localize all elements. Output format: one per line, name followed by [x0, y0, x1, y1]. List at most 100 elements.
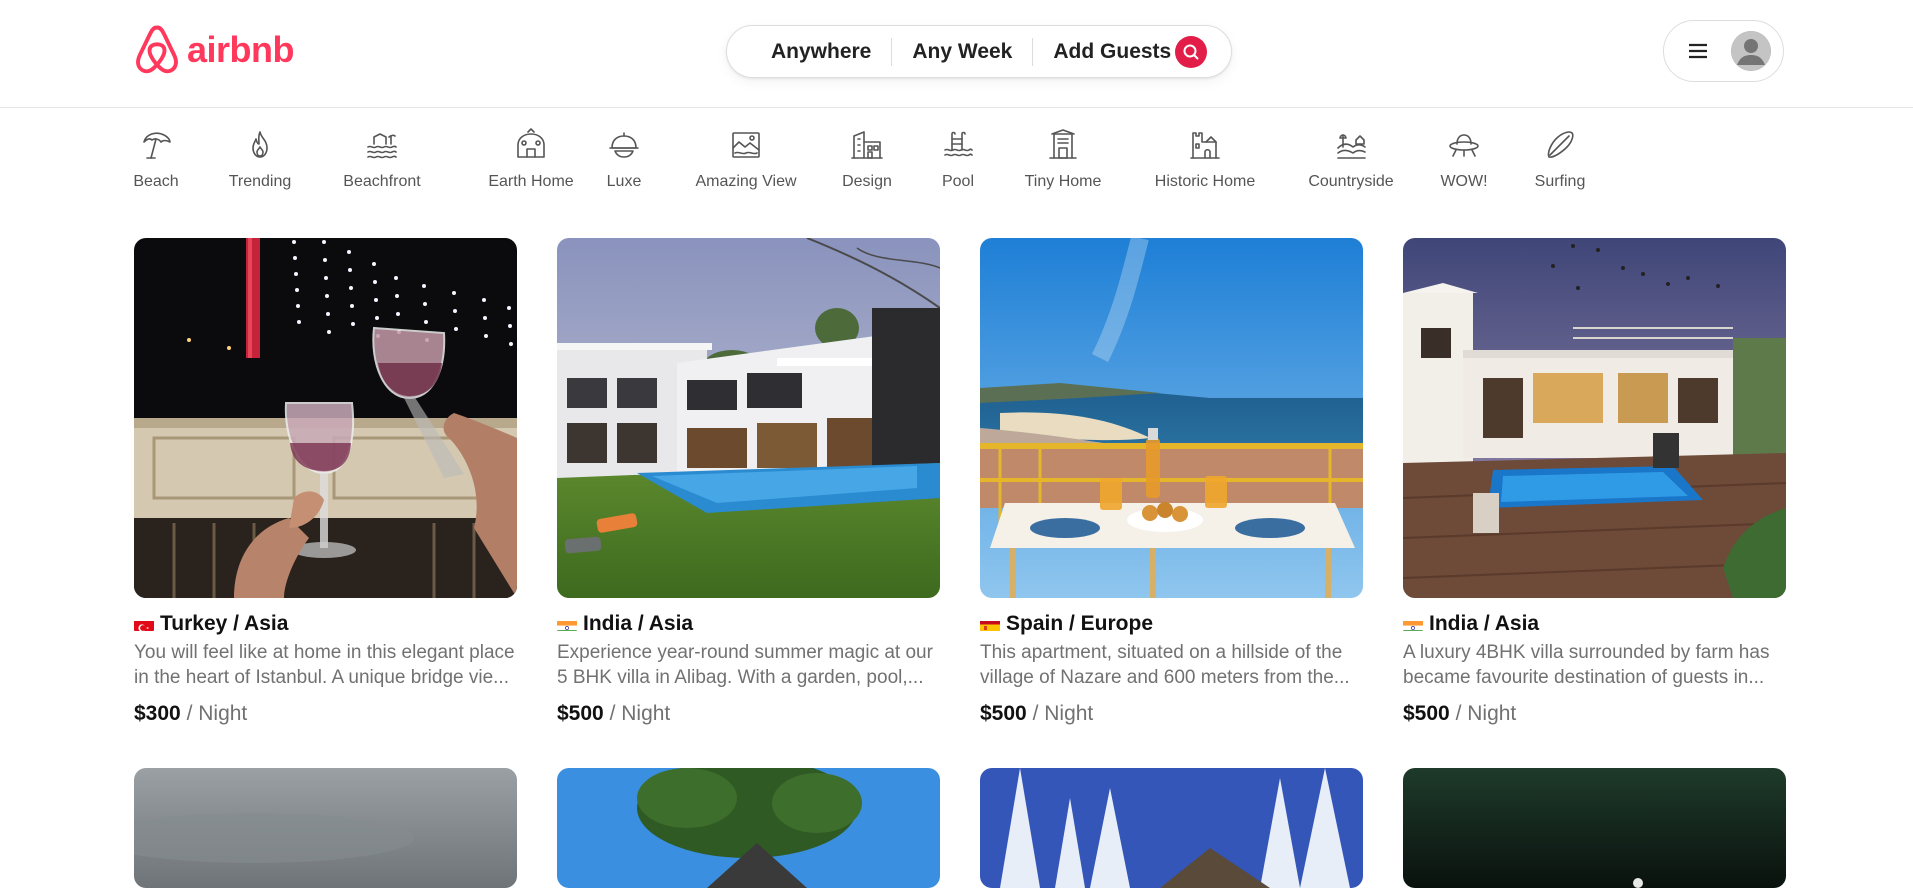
beachfront-icon: [367, 133, 397, 159]
description-line: You will feel like at home in this elega…: [134, 642, 515, 663]
search-button[interactable]: [1175, 36, 1207, 68]
india-flag-icon: [557, 617, 577, 631]
listing-card[interactable]: Turkey / Asia You will feel like at home…: [134, 238, 517, 726]
pool-icon: [944, 131, 973, 157]
price-unit: / Night: [609, 702, 671, 725]
listing-image-snowy-forest: [980, 768, 1363, 888]
category-historic-home[interactable]: Historic Home: [1150, 128, 1260, 191]
price-amount: $300: [134, 702, 181, 725]
listing-location-text: India / Asia: [583, 612, 694, 635]
listing-image-balcony-sea: [980, 238, 1363, 598]
listing-price: $500 / Night: [1403, 702, 1786, 726]
listing-location: India / Asia: [1403, 612, 1786, 636]
listing-location: Turkey / Asia: [134, 612, 517, 636]
spain-flag-icon: [980, 617, 1000, 631]
search-where[interactable]: Anywhere: [727, 38, 891, 66]
listing-photo[interactable]: [557, 238, 940, 598]
category-wow[interactable]: WOW!: [1440, 128, 1488, 191]
listing-description: You will feel like at home in this elega…: [134, 640, 517, 690]
tiny-home-icon: [1049, 129, 1077, 159]
price-amount: $500: [1403, 702, 1450, 725]
listing-price: $500 / Night: [980, 702, 1363, 726]
category-label: Beachfront: [343, 173, 421, 190]
listing-card[interactable]: India / Asia Experience year-round summe…: [557, 238, 940, 726]
listing-image-wine-glasses: [134, 238, 517, 598]
listing-card[interactable]: India / Asia A luxury 4BHK villa surroun…: [1403, 238, 1786, 726]
category-label: Historic Home: [1154, 173, 1256, 190]
listing-image-night-aurora: [1403, 768, 1786, 888]
listing-location-text: Turkey / Asia: [160, 612, 289, 635]
description-line: became favourite destination of guests i…: [1403, 667, 1765, 688]
top-header: airbnb Anywhere Any Week Add Guests: [0, 0, 1913, 108]
category-label: Surfing: [1534, 173, 1586, 190]
category-earth-home[interactable]: Earth Home: [471, 128, 591, 191]
earth-home-icon: [517, 128, 545, 158]
category-beachfront[interactable]: Beachfront: [342, 128, 422, 191]
castle-icon: [1190, 132, 1220, 159]
listing-image-villa-dusk: [1403, 238, 1786, 598]
price-amount: $500: [557, 702, 604, 725]
listing-card[interactable]: Spain / Europe This apartment, situated …: [980, 238, 1363, 726]
listing-photo[interactable]: [980, 768, 1363, 888]
listing-photo[interactable]: [1403, 238, 1786, 598]
description-line: 5 BHK villa in Alibag. With a garden, po…: [557, 667, 924, 688]
description-line: This apartment, situated on a hillside o…: [980, 642, 1343, 663]
airbnb-logo[interactable]: airbnb: [133, 24, 295, 76]
listing-location-text: Spain / Europe: [1006, 612, 1154, 635]
category-label: Luxe: [606, 173, 642, 190]
category-luxe[interactable]: Luxe: [604, 128, 644, 191]
amazing-view-icon: [732, 132, 760, 158]
description-line: Experience year-round summer magic at ou…: [557, 642, 933, 663]
description-line: village of Nazare and 600 meters from th…: [980, 667, 1350, 688]
listing-image-cloudy-sky: [134, 768, 517, 888]
user-menu-button[interactable]: [1663, 20, 1784, 82]
category-trending[interactable]: Trending: [228, 128, 292, 191]
listing-price: $300 / Night: [134, 702, 517, 726]
price-unit: / Night: [186, 702, 248, 725]
listing-photo[interactable]: [1403, 768, 1786, 888]
category-label: Countryside: [1308, 173, 1394, 190]
listing-photo[interactable]: [557, 768, 940, 888]
search-when[interactable]: Any Week: [892, 38, 1032, 66]
category-tiny-home[interactable]: Tiny Home: [1023, 128, 1103, 191]
design-building-icon: [851, 131, 883, 159]
category-label: Amazing View: [695, 173, 797, 190]
listing-photo[interactable]: [134, 238, 517, 598]
countryside-icon: [1337, 134, 1366, 159]
category-label: Trending: [228, 173, 292, 190]
category-design[interactable]: Design: [841, 128, 893, 191]
category-label: Beach: [133, 173, 179, 190]
category-label: WOW!: [1440, 173, 1488, 190]
luxe-icon: [609, 132, 639, 158]
description-line: in the heart of Istanbul. A unique bridg…: [134, 667, 509, 688]
category-beach[interactable]: Beach: [133, 128, 179, 191]
airbnb-logo-icon: [135, 25, 179, 74]
price-unit: / Night: [1032, 702, 1094, 725]
listing-image-villa-lawn: [557, 238, 940, 598]
listing-photo[interactable]: [980, 238, 1363, 598]
brand-name: airbnb: [187, 29, 295, 70]
avatar: [1731, 31, 1771, 71]
category-pool[interactable]: Pool: [938, 128, 978, 191]
india-flag-icon: [1403, 617, 1423, 631]
search-icon: [1183, 44, 1199, 60]
flame-icon: [252, 131, 268, 158]
description-line: A luxury 4BHK villa surrounded by farm h…: [1403, 642, 1770, 663]
category-amazing-view[interactable]: Amazing View: [691, 128, 801, 191]
price-unit: / Night: [1455, 702, 1517, 725]
category-label: Pool: [941, 173, 975, 190]
surfboard-icon: [1547, 131, 1574, 158]
category-label: Tiny Home: [1024, 173, 1102, 190]
listing-image-cabin-tree: [557, 768, 940, 888]
listing-price: $500 / Night: [557, 702, 940, 726]
beach-umbrella-icon: [143, 132, 171, 159]
category-label: Design: [842, 173, 892, 190]
category-label: Earth Home: [488, 173, 574, 190]
search-bar[interactable]: Anywhere Any Week Add Guests: [726, 25, 1232, 78]
search-guests[interactable]: Add Guests: [1033, 38, 1191, 66]
listing-location: India / Asia: [557, 612, 940, 636]
category-surfing[interactable]: Surfing: [1533, 128, 1587, 191]
listing-photo[interactable]: [134, 768, 517, 888]
category-countryside[interactable]: Countryside: [1303, 128, 1399, 191]
listing-location: Spain / Europe: [980, 612, 1363, 636]
